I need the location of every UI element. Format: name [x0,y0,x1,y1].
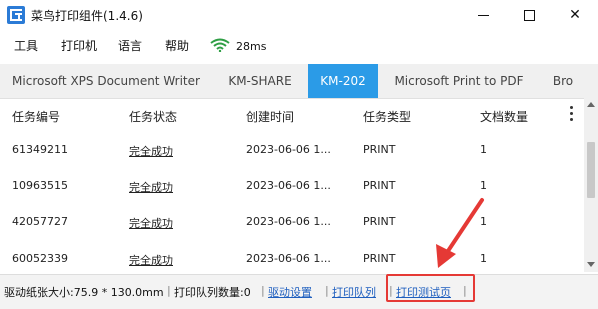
created-cell: 2023-06-06 1... [246,143,331,156]
type-cell: PRINT [363,215,396,228]
column-header-type[interactable]: 任务类型 [363,108,411,125]
status-separator: | [261,284,265,297]
print-job-table: 任务编号 任务状态 创建时间 任务类型 文档数量 61349211 完全成功 2… [0,98,598,272]
maximize-icon [523,9,535,21]
tab-microsoft-xps[interactable]: Microsoft XPS Document Writer [0,64,212,98]
tab-bro[interactable]: Bro [540,64,586,98]
status-cell[interactable]: 完全成功 [129,143,173,159]
menu-tools[interactable]: 工具 [14,37,38,54]
scroll-up-icon[interactable] [587,102,595,107]
column-options-icon[interactable] [570,106,573,122]
created-cell: 2023-06-06 1... [246,215,331,228]
type-cell: PRINT [363,143,396,156]
created-cell: 2023-06-06 1... [246,252,331,265]
tabs-overflow [586,64,598,98]
close-icon: ✕ [569,7,581,23]
printer-tabs: Microsoft XPS Document Writer KM-SHARE K… [0,64,598,99]
job-id-cell: 60052339 [12,252,68,265]
tab-km-202[interactable]: KM-202 [308,64,378,98]
tab-label: Microsoft XPS Document Writer [12,74,200,88]
minimize-button[interactable] [460,0,506,30]
tab-label: KM-SHARE [228,74,292,88]
scroll-down-icon[interactable] [587,262,595,267]
tab-label: Microsoft Print to PDF [394,74,524,88]
queue-count-label: 打印队列数量:0 [174,286,251,299]
maximize-button[interactable] [506,0,552,30]
doc-count-cell: 1 [480,143,487,156]
job-id-cell: 42057727 [12,215,68,228]
status-cell[interactable]: 完全成功 [129,252,173,268]
annotation-highlight-box [386,274,475,302]
close-button[interactable]: ✕ [552,0,598,30]
tab-label: KM-202 [320,74,366,88]
menu-language[interactable]: 语言 [118,37,142,54]
print-queue-link[interactable]: 打印队列 [332,284,376,300]
latency-value: 28ms [236,40,267,53]
created-cell: 2023-06-06 1... [246,179,331,192]
column-header-status[interactable]: 任务状态 [129,108,177,125]
status-cell[interactable]: 完全成功 [129,215,173,231]
scrollbar-thumb[interactable] [587,142,595,198]
tab-microsoft-print-to-pdf[interactable]: Microsoft Print to PDF [378,64,540,98]
table-row[interactable]: 61349211 完全成功 2023-06-06 1... PRINT 1 [0,143,584,178]
table-row[interactable]: 60052339 完全成功 2023-06-06 1... PRINT 1 [0,252,584,272]
doc-count-cell: 1 [480,179,487,192]
column-header-created[interactable]: 创建时间 [246,108,294,125]
menu-bar: 工具 打印机 语言 帮助 [0,32,598,58]
table-row[interactable]: 42057727 完全成功 2023-06-06 1... PRINT 1 [0,215,584,250]
type-cell: PRINT [363,252,396,265]
window-title: 菜鸟打印组件(1.4.6) [31,9,143,23]
menu-help[interactable]: 帮助 [165,37,189,54]
annotation-arrow-icon [436,198,484,268]
minimize-icon [477,14,489,16]
menu-printer[interactable]: 打印机 [61,37,97,54]
paper-size-label: 驱动纸张大小:75.9 * 130.0mm [4,286,164,299]
type-cell: PRINT [363,179,396,192]
table-row[interactable]: 10963515 完全成功 2023-06-06 1... PRINT 1 [0,179,584,214]
column-header-doc-count[interactable]: 文档数量 [480,108,528,125]
status-separator: | [167,284,171,297]
tab-km-share[interactable]: KM-SHARE [212,64,308,98]
tab-label: Bro [552,74,574,88]
app-logo-icon [7,6,25,24]
job-id-cell: 10963515 [12,179,68,192]
status-separator: | [325,284,329,297]
driver-settings-link[interactable]: 驱动设置 [268,284,312,300]
wifi-icon [210,38,230,52]
job-id-cell: 61349211 [12,143,68,156]
status-bar: 驱动纸张大小:75.9 * 130.0mm | 打印队列数量:0 | 驱动设置 … [0,274,598,309]
column-header-job-id[interactable]: 任务编号 [12,108,60,125]
vertical-scrollbar[interactable] [584,98,598,272]
title-bar: 菜鸟打印组件(1.4.6) ✕ [0,0,598,30]
status-cell[interactable]: 完全成功 [129,179,173,195]
